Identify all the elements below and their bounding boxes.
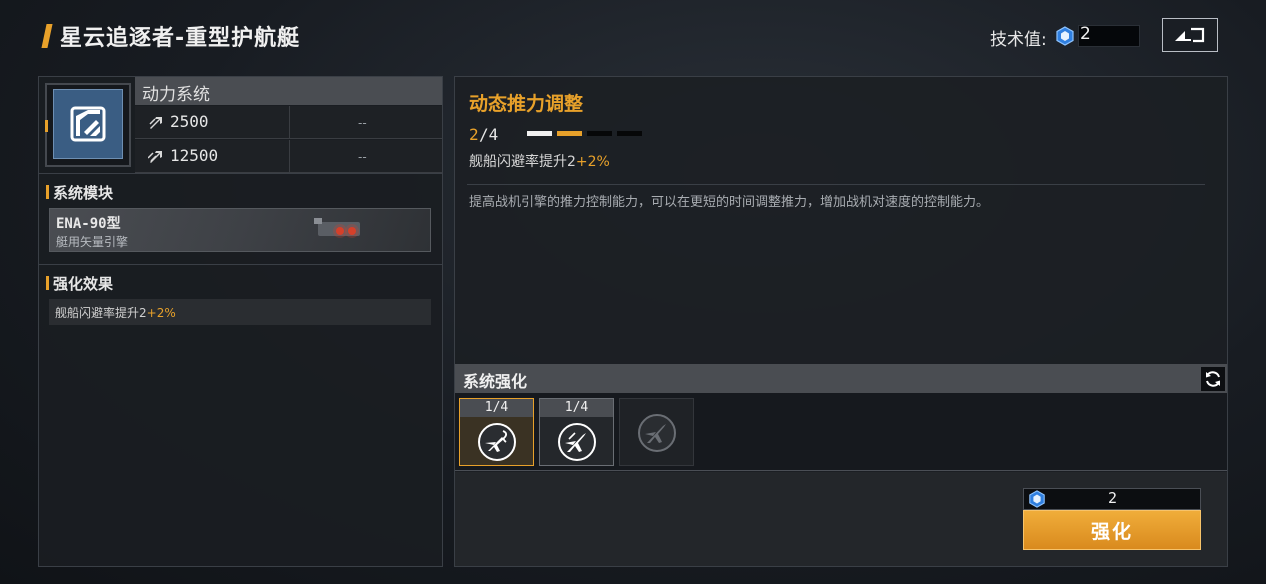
- thrust-value: 2500: [170, 112, 209, 131]
- enhance-slot-2[interactable]: 1/4: [539, 398, 614, 466]
- thrust-extra: --: [358, 116, 367, 130]
- engine-system-icon: [53, 89, 123, 159]
- jet-locked-icon: [637, 414, 676, 452]
- boost-thrust-icon: [148, 151, 162, 163]
- system-name: 动力系统: [142, 85, 210, 105]
- divider: [467, 184, 1205, 185]
- enhance-header: [455, 364, 1227, 393]
- level-segment: [557, 131, 582, 136]
- jet-icon: [557, 423, 596, 461]
- module-name: ENA-90型: [56, 216, 121, 232]
- effect-bonus: +2%: [146, 306, 176, 320]
- refresh-button[interactable]: [1200, 366, 1226, 392]
- stat-divider: [289, 106, 290, 139]
- enhance-slot-1[interactable]: 1/4: [459, 398, 534, 466]
- tech-crystal-icon: [1056, 26, 1074, 46]
- section-marker: [46, 185, 49, 199]
- section-marker: [46, 276, 49, 290]
- tech-crystal-icon: [1029, 490, 1045, 508]
- skill-level-current: 2: [469, 125, 479, 144]
- effect-section-title: 强化效果: [53, 275, 114, 293]
- enhance-cost-value: 2: [1108, 489, 1118, 507]
- level-segment: [617, 131, 642, 136]
- engine-image: [314, 218, 360, 238]
- thrust-icon: [149, 117, 162, 129]
- tech-value-label: 技术值:: [990, 30, 1047, 50]
- stat-divider: [289, 140, 290, 173]
- title-accent: [41, 24, 53, 48]
- level-segment: [527, 131, 552, 136]
- enhance-button[interactable]: 强化: [1023, 510, 1201, 550]
- skill-effect: 舰船闪避率提升2+2%: [469, 154, 610, 170]
- enhance-section-title: 系统强化: [463, 372, 528, 391]
- dodge-jet-icon: [477, 423, 516, 461]
- boost-thrust-extra: --: [358, 150, 367, 164]
- enhance-slot-3-locked[interactable]: [619, 398, 694, 466]
- skill-title: 动态推力调整: [469, 93, 584, 115]
- module-subtitle: 艇用矢量引擎: [56, 235, 129, 249]
- tech-value: 2: [1080, 24, 1091, 44]
- slot-level: 1/4: [460, 399, 533, 417]
- boost-thrust-value: 12500: [170, 146, 219, 165]
- level-segment: [587, 131, 612, 136]
- module-section-title: 系统模块: [53, 184, 114, 202]
- back-button[interactable]: [1162, 18, 1218, 52]
- page-title: 星云追逐者-重型护航艇: [60, 26, 301, 51]
- skill-description: 提高战机引擎的推力控制能力，可以在更短的时间调整推力，增加战机对速度的控制能力。: [469, 195, 990, 210]
- refresh-icon: [1206, 371, 1220, 387]
- effect-text: 舰船闪避率提升2+2%: [55, 306, 176, 320]
- selected-marker: [45, 120, 48, 132]
- slot-level: 1/4: [540, 399, 613, 417]
- skill-effect-bonus: +2%: [575, 154, 610, 170]
- divider: [39, 264, 442, 265]
- back-icon: [1175, 27, 1205, 43]
- divider: [39, 173, 442, 174]
- skill-level-max: /4: [479, 125, 499, 144]
